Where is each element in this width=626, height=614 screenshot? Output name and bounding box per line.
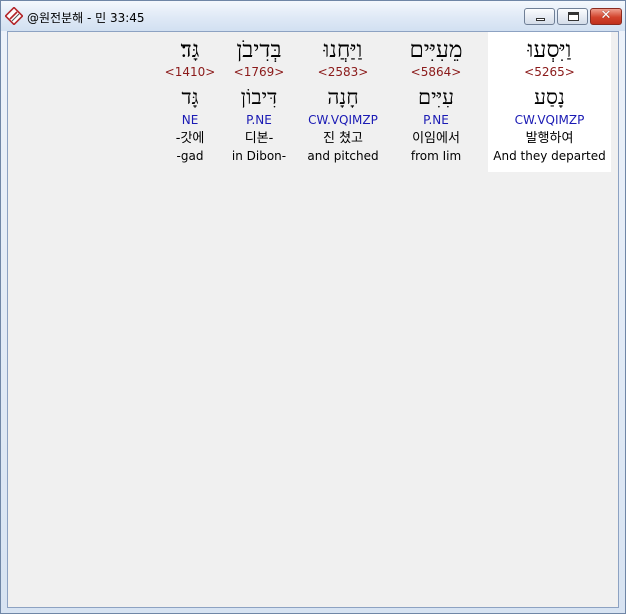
korean-gloss: 진 쳤고 <box>322 131 363 146</box>
morphology-code: CW.VQIMZP <box>308 113 378 127</box>
korean-gloss: 디본- <box>244 131 274 146</box>
morphology-code: P.NE <box>246 113 272 127</box>
maximize-button[interactable] <box>557 8 588 25</box>
word-column[interactable]: וַיַּחֲנוּ <2583> חָנָה CW.VQIMZP 진 쳤고 a… <box>302 32 384 172</box>
minimize-icon <box>536 18 545 21</box>
hebrew-root: נָסַע <box>534 85 565 109</box>
word-column[interactable]: בְּדִיבֹן <1769> דִּיבוֹן P.NE 디본- in Di… <box>226 32 292 172</box>
strong-number[interactable]: <5265> <box>488 65 611 80</box>
english-gloss: -gad <box>176 149 204 163</box>
morphology-code: P.NE <box>423 113 449 127</box>
english-gloss: from Iim <box>410 149 462 163</box>
korean-gloss: 발행하여 <box>525 131 574 146</box>
word-column[interactable]: גָּד׃ <1410> גָּד NE -갓에 -gad <box>162 32 218 172</box>
korean-gloss: 이임에서 <box>412 131 460 146</box>
hebrew-word: בְּדִיבֹן <box>236 37 282 63</box>
title-bar[interactable]: @원전분해 - 민 33:45 ✕ <box>1 1 625 31</box>
close-icon: ✕ <box>600 8 612 23</box>
hebrew-root: חָנָה <box>327 85 359 109</box>
hebrew-word: מֵעִיִּים <box>409 37 463 63</box>
app-logo-icon[interactable] <box>4 6 24 26</box>
close-button[interactable]: ✕ <box>590 8 622 25</box>
hebrew-word: וַיִּסְעוּ <box>527 37 572 63</box>
window-title: @원전분해 - 민 33:45 <box>27 11 145 25</box>
word-column[interactable]: מֵעִיִּים <5864> עִיִּים P.NE 이임에서 from … <box>396 32 476 172</box>
english-gloss: and pitched <box>307 149 379 163</box>
hebrew-word: וַיַּחֲנוּ <box>323 37 363 63</box>
hebrew-root: עִיִּים <box>417 85 454 109</box>
morphology-code: CW.VQIMZP <box>514 113 585 127</box>
english-gloss: And they departed <box>493 149 606 163</box>
minimize-button[interactable] <box>524 8 555 25</box>
app-window: @원전분해 - 민 33:45 ✕ וַיִּסְעוּ <5265> נָסַ… <box>0 0 626 614</box>
analysis-pane[interactable]: וַיִּסְעוּ <5265> נָסַע CW.VQIMZP 발행하여 A… <box>7 31 619 608</box>
strong-number[interactable]: <2583> <box>302 65 384 80</box>
word-column[interactable]: וַיִּסְעוּ <5265> נָסַע CW.VQIMZP 발행하여 A… <box>488 32 611 172</box>
hebrew-root: דִּיבוֹן <box>240 85 278 109</box>
strong-number[interactable]: <1769> <box>226 65 292 80</box>
morphology-code: NE <box>181 113 199 127</box>
maximize-icon <box>568 12 579 21</box>
hebrew-root: גָּד <box>181 85 199 109</box>
strong-number[interactable]: <1410> <box>162 65 218 80</box>
korean-gloss: -갓에 <box>175 131 205 146</box>
hebrew-word: גָּד׃ <box>180 37 200 63</box>
strong-number[interactable]: <5864> <box>396 65 476 80</box>
english-gloss: in Dibon- <box>231 149 287 163</box>
